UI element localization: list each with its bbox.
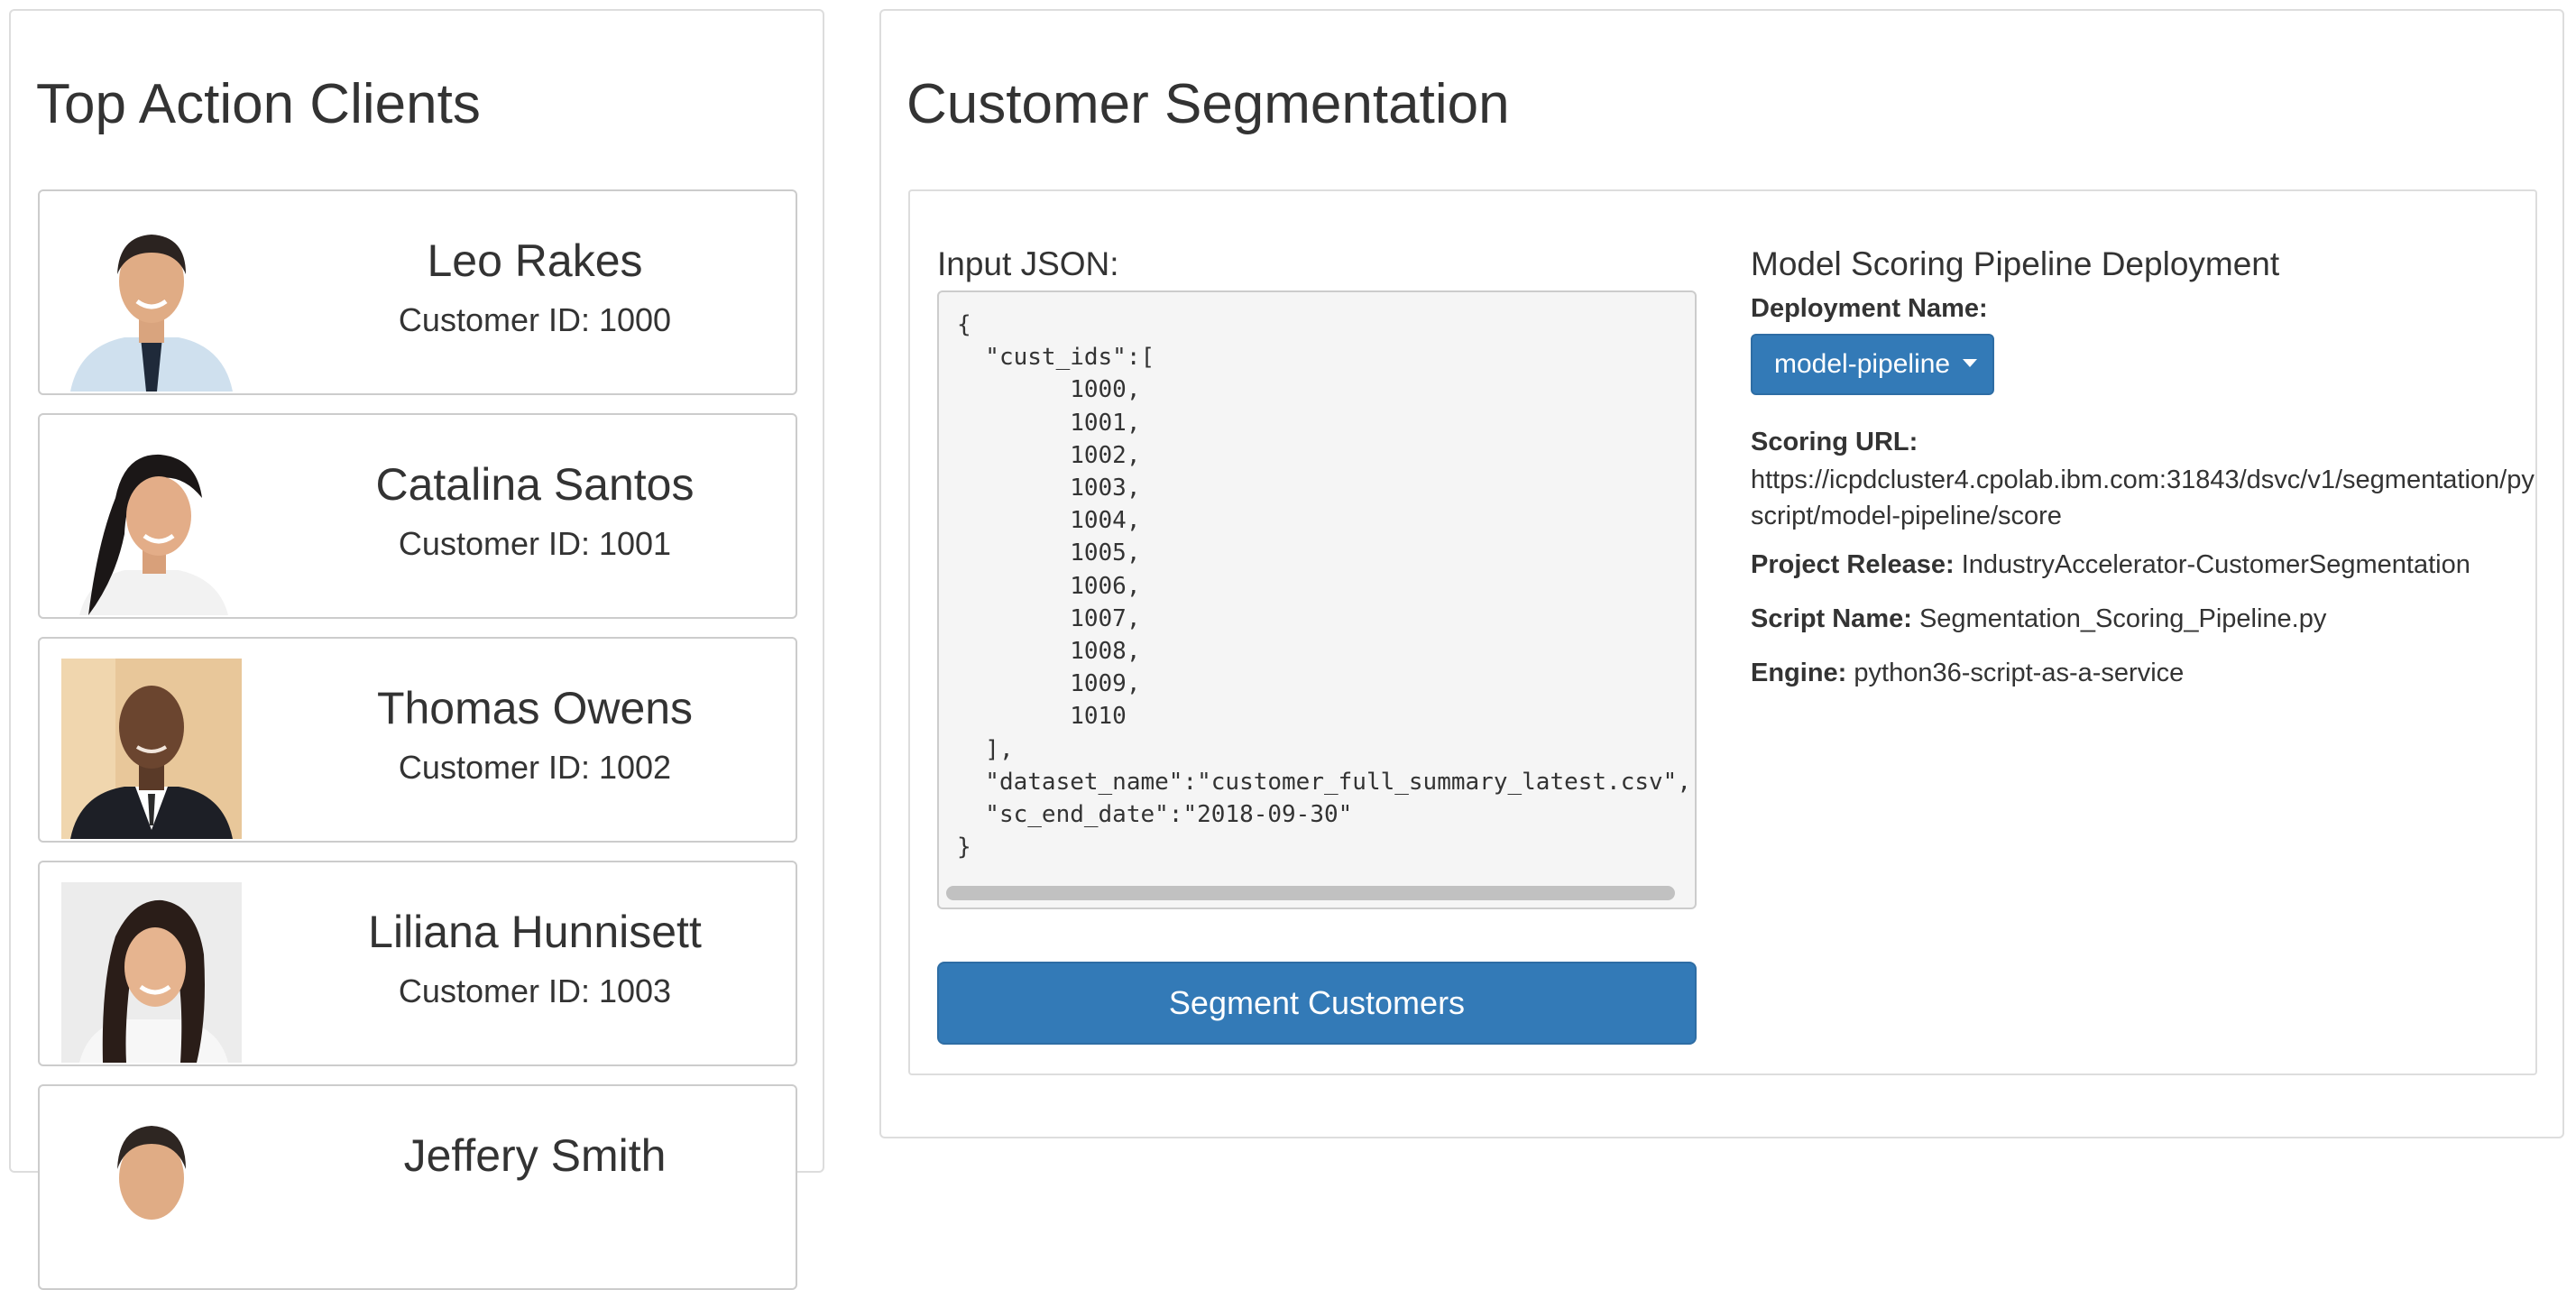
client-avatar <box>61 211 242 392</box>
engine-label: Engine: <box>1751 659 1847 687</box>
client-card[interactable]: Leo Rakes Customer ID: 1000 <box>38 189 797 395</box>
segment-customers-button[interactable]: Segment Customers <box>937 962 1697 1045</box>
deployment-name-dropdown[interactable]: model-pipeline <box>1751 334 1994 395</box>
deployment-name-value: model-pipeline <box>1774 349 1951 379</box>
client-card[interactable]: Catalina Santos Customer ID: 1001 <box>38 413 797 619</box>
input-json-content[interactable]: { "cust_ids":[ 1000, 1001, 1002, 1003, 1… <box>957 309 1691 863</box>
horizontal-scrollbar[interactable] <box>946 886 1675 900</box>
project-release-label: Project Release: <box>1751 550 1955 579</box>
engine-value: python36-script-as-a-service <box>1854 659 2185 687</box>
top-action-clients-panel: Top Action Clients Leo Rakes Customer ID… <box>9 9 824 1290</box>
client-avatar <box>61 1106 242 1286</box>
client-id: Customer ID: 1000 <box>398 301 672 338</box>
client-name: Catalina Santos <box>375 459 695 510</box>
client-name: Jeffery Smith <box>403 1130 667 1181</box>
client-name: Liliana Hunnisett <box>368 907 702 957</box>
input-json-textarea[interactable]: { "cust_ids":[ 1000, 1001, 1002, 1003, 1… <box>937 290 1697 909</box>
client-avatar <box>61 659 242 839</box>
project-release-value: IndustryAccelerator-CustomerSegmentation <box>1961 550 2470 579</box>
client-name: Thomas Owens <box>376 683 694 733</box>
script-name-label: Script Name: <box>1751 604 1912 633</box>
scoring-url-value: https://icpdcluster4.cpolab.ibm.com:3184… <box>1751 465 2535 530</box>
client-card[interactable]: Jeffery Smith <box>38 1084 797 1290</box>
client-id: Customer ID: 1001 <box>398 525 672 562</box>
project-release-row: Project Release: IndustryAccelerator-Cus… <box>1751 550 2470 580</box>
client-avatar <box>61 882 242 1063</box>
segmentation-form: Input JSON: { "cust_ids":[ 1000, 1001, 1… <box>908 189 2537 1075</box>
customer-segmentation-panel: Customer Segmentation Input JSON: { "cus… <box>879 9 2564 1138</box>
caret-down-icon <box>1963 358 1978 367</box>
client-card[interactable]: Liliana Hunnisett Customer ID: 1003 <box>38 861 797 1066</box>
deployment-name-label: Deployment Name: <box>1751 294 1988 323</box>
client-card[interactable]: Thomas Owens Customer ID: 1002 <box>38 637 797 843</box>
client-name: Leo Rakes <box>427 235 643 286</box>
client-avatar <box>61 435 242 615</box>
engine-row: Engine: python36-script-as-a-service <box>1751 659 2184 688</box>
panel-title-customer-segmentation: Customer Segmentation <box>906 73 1510 135</box>
panel-title-top-action-clients: Top Action Clients <box>36 73 481 135</box>
client-id: Customer ID: 1003 <box>398 972 672 1009</box>
scoring-url-label: Scoring URL: <box>1751 428 1918 456</box>
script-name-row: Script Name: Segmentation_Scoring_Pipeli… <box>1751 604 2326 634</box>
input-json-label: Input JSON: <box>937 245 1119 282</box>
script-name-value: Segmentation_Scoring_Pipeline.py <box>1918 604 2327 633</box>
model-pipeline-heading: Model Scoring Pipeline Deployment <box>1751 245 2280 282</box>
client-id: Customer ID: 1002 <box>398 749 672 786</box>
